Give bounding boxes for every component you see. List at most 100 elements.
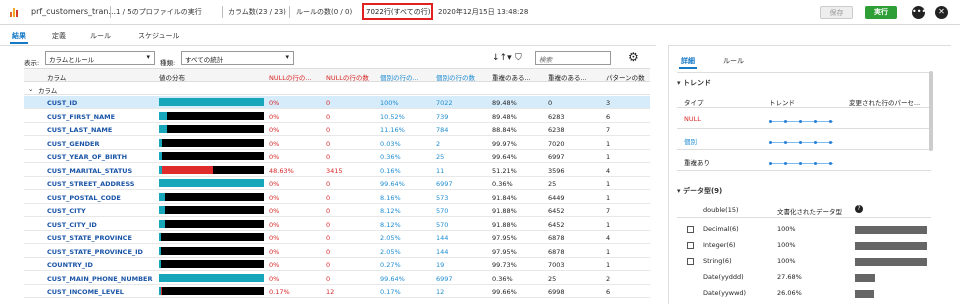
column-header-distribution[interactable]: 値の分布 [159,72,259,82]
distinct-percent: 8.16% [380,193,401,202]
distinct-percent: 0.36% [380,153,401,161]
column-header-null-count[interactable]: NULLの行の数 [326,72,377,82]
tab-definition[interactable]: 定義 [52,31,66,41]
null-percent: 0% [269,99,280,107]
info-icon[interactable]: ? [855,205,863,213]
separator [110,6,111,18]
tab-rules[interactable]: ルール [90,31,111,41]
table-row[interactable]: CUST_CITY 0% 0 8.12% 570 91.88% 6452 7 [24,204,650,217]
settings-icon[interactable]: ⚙ [628,50,639,64]
distinct-percent: 0.17% [380,288,401,296]
details-divider [677,72,931,73]
distribution-primary-segment [159,273,264,282]
tab-results[interactable]: 結果 [10,31,28,44]
null-percent: 0% [269,247,280,256]
distinct-count: 25 [436,153,445,161]
null-count: 12 [326,288,335,296]
table-row[interactable]: CUST_POSTAL_CODE 0% 0 8.16% 573 91.84% 6449 1 [24,190,650,204]
null-count: 0 [326,139,331,148]
details-scrollbar[interactable] [929,71,933,151]
column-name: CUST_MAIN_PHONE_NUMBER [47,274,153,283]
value-distribution-bar [159,246,264,255]
profile-title[interactable]: prf_customers_tran... [31,7,116,16]
duplicate-count: 6998 [548,288,565,296]
column-header-distinct-count[interactable]: 個別の行の数 [436,72,487,82]
value-distribution-bar [159,287,264,295]
duplicate-percent: 99.66% [492,288,517,296]
null-count: 0 [326,153,331,161]
distinct-percent: 100% [380,99,399,107]
value-distribution-bar [159,192,264,201]
column-header-distinct-percent[interactable]: 個別の行の... [380,72,430,82]
null-count: 0 [326,247,331,256]
display-select[interactable]: カラムとルール [45,51,155,65]
duplicate-count: 6878 [548,247,565,256]
table-row[interactable]: CUST_CITY_ID 0% 0 8.12% 570 91.88% 6452 1 [24,217,650,231]
value-distribution-bar [159,138,264,147]
table-row[interactable]: CUST_YEAR_OF_BIRTH 0% 0 0.36% 25 99.64% 6997 1 [24,150,650,163]
run-button[interactable]: 実行 [865,6,897,19]
duplicate-percent: 99.64% [492,153,517,161]
null-count: 0 [326,261,331,269]
datatype-percent: 100% [777,241,796,249]
save-button[interactable]: 保存 [820,6,853,19]
tab-details-rules[interactable]: ルール [723,56,744,66]
duplicate-count: 25 [548,274,557,283]
column-name: CUST_GENDER [47,139,100,148]
null-percent: 0% [269,139,280,148]
column-header-null-percent[interactable]: NULLの行の... [269,72,321,82]
column-header-duplicate-count[interactable]: 重複のある... [548,72,601,82]
value-distribution-bar [159,233,264,241]
value-distribution-bar [159,165,264,174]
duplicate-percent: 97.95% [492,247,517,256]
datatype-checkbox[interactable] [687,242,694,249]
tab-details[interactable]: 詳細 [679,56,697,69]
type-select[interactable]: すべての統計 [181,51,294,65]
table-row[interactable]: CUST_GENDER 0% 0 0.03% 2 99.97% 7020 1 [24,136,650,150]
datatype-header-col: double(15) [703,206,739,214]
trend-point [814,119,817,123]
trend-point [829,119,832,123]
table-row[interactable]: COUNTRY_ID 0% 0 0.27% 19 99.73% 7003 1 [24,258,650,271]
table-row[interactable]: CUST_MARITAL_STATUS 48.63% 3415 0.16% 11 51.2… [24,163,650,177]
table-row[interactable]: CUST_ID 0% 0 100% 7022 89.48% 0 3 [24,96,650,109]
table-row[interactable]: CUST_FIRST_NAME 0% 0 10.52% 739 89.48% 6283 6 [24,109,650,123]
datatype-label: Decimal(6) [703,225,739,233]
trend-point [814,161,817,165]
column-header-name[interactable]: カラム [47,72,147,82]
distribution-primary-segment [159,219,166,228]
datatype-percent: 26.06% [777,289,802,297]
sort-icon[interactable]: ↓↑▾ [492,53,512,63]
filter-icon[interactable]: ⛉ [515,53,522,63]
trend-type-label: NULL [684,115,701,123]
table-row[interactable]: CUST_LAST_NAME 0% 0 11.16% 784 88.84% 6238 7 [24,123,650,136]
collapse-icon[interactable]: ⌄ [28,85,33,93]
column-header-pattern-count[interactable]: パターンの数 [606,72,650,82]
search-input[interactable]: 検索 [535,51,611,65]
table-row[interactable]: CUST_STATE_PROVINCE_ID 0% 0 2.05% 144 97.95% 6… [24,244,650,258]
table-row[interactable]: CUST_STREET_ADDRESS 0% 0 99.64% 6997 0.36% 25 1 [24,177,650,190]
duplicate-count: 6452 [548,207,565,215]
column-name: CUST_ID [47,99,78,107]
run-timestamp: 2020年12月15日 13:48:28 [438,8,529,16]
trend-section-title[interactable]: ▾ トレンド [677,78,711,88]
table-row[interactable]: CUST_STATE_PROVINCE 0% 0 2.05% 144 97.95% 6878… [24,231,650,244]
column-group-row[interactable]: ⌄ カラム [24,82,650,95]
datatype-checkbox[interactable] [687,258,694,265]
distinct-count: 19 [436,261,445,269]
datatype-checkbox[interactable] [687,226,694,233]
separator [222,6,223,18]
close-icon[interactable]: ✕ [935,6,948,19]
null-count: 0 [326,220,331,229]
tab-schedule[interactable]: スケジュール [138,31,180,41]
duplicate-count: 3596 [548,166,565,175]
more-options-icon[interactable]: ••• [912,6,926,19]
distinct-percent: 99.64% [380,274,405,283]
pattern-count: 6 [606,112,611,121]
table-row[interactable]: CUST_MAIN_PHONE_NUMBER 0% 0 99.64% 6997 0.36%… [24,271,650,285]
column-header-duplicate-percent[interactable]: 重複のある... [492,72,543,82]
value-distribution-bar [159,179,264,187]
table-row[interactable]: CUST_INCOME_LEVEL 0.17% 12 0.17% 12 99.66% 699… [24,285,650,298]
value-distribution-bar [159,125,264,133]
datatype-section-title[interactable]: ▾ データ型(9) [677,186,722,196]
